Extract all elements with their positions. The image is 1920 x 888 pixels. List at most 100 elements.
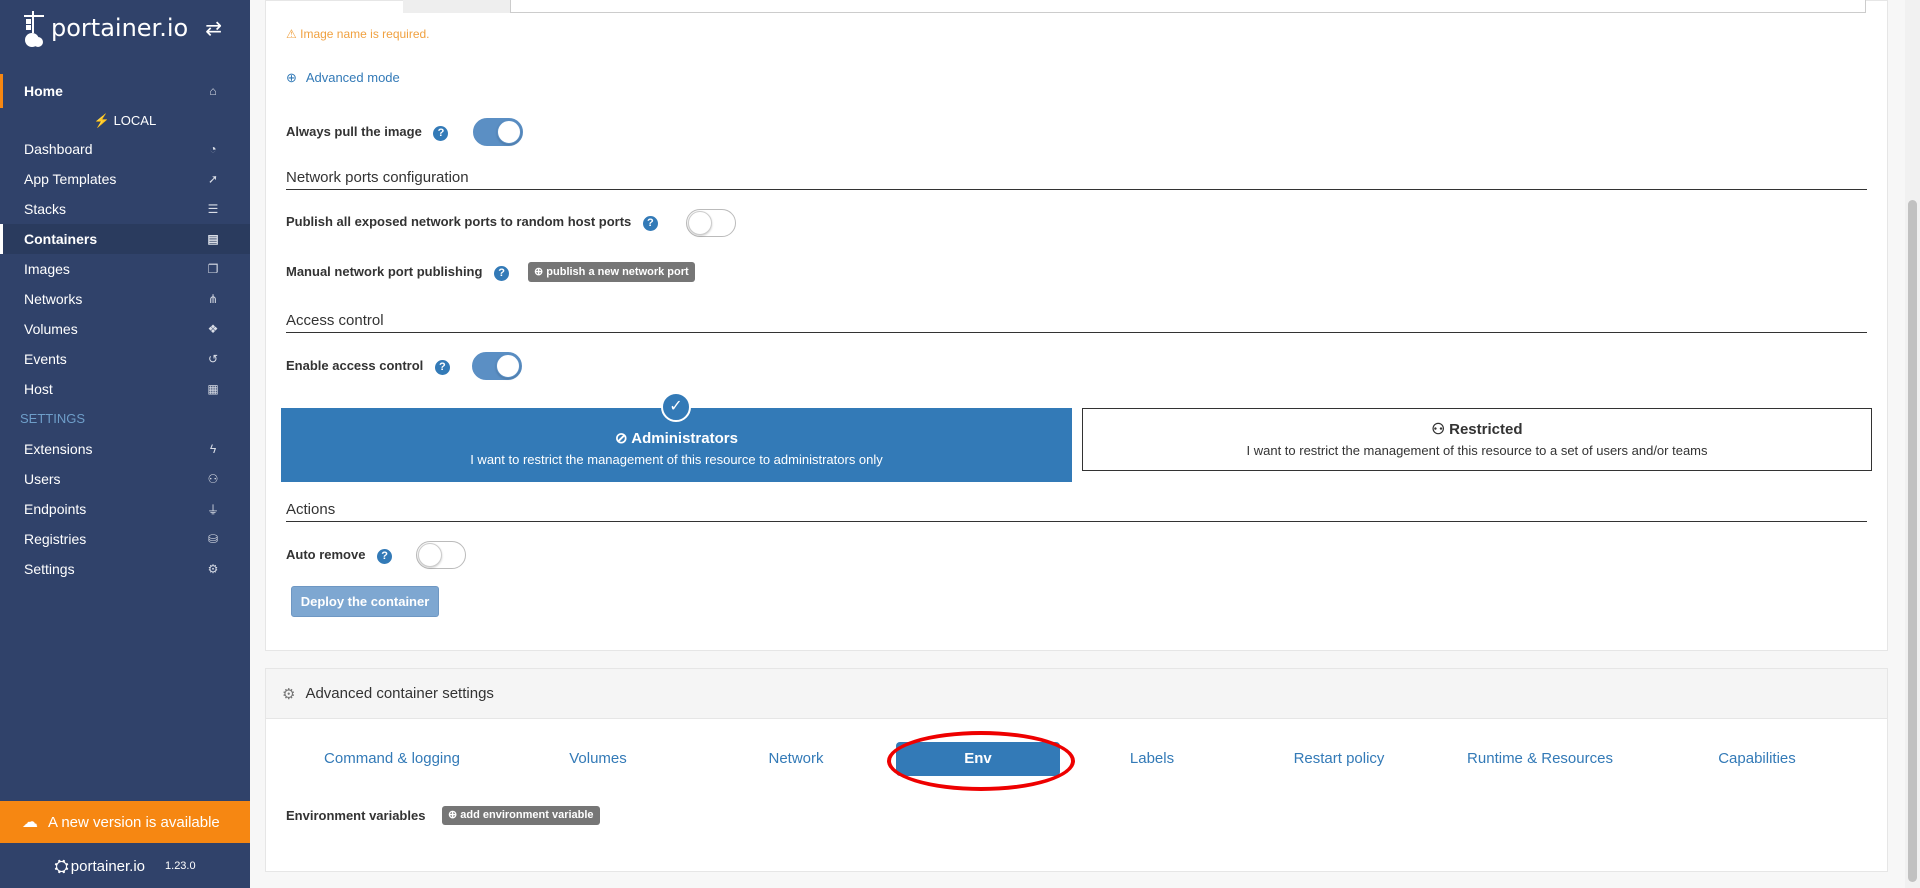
tab-network[interactable]: Network xyxy=(730,744,862,774)
sidebar-item-users[interactable]: Users ⚇ xyxy=(0,464,250,494)
toggle-knob xyxy=(418,543,442,567)
advanced-mode-label: Advanced mode xyxy=(305,70,400,85)
sidebar-item-label: Registries xyxy=(24,531,87,547)
server-icon: ▤ xyxy=(207,232,219,246)
clone-icon: ❐ xyxy=(207,262,219,276)
restricted-title-text: Restricted xyxy=(1449,421,1523,438)
endpoint-header: ⚡ LOCAL xyxy=(0,108,250,134)
sidebar-item-extensions[interactable]: Extensions ϟ xyxy=(0,434,250,464)
network-ports-section-title: Network ports configuration xyxy=(286,169,1867,190)
auto-remove-text: Auto remove xyxy=(286,547,366,562)
help-icon[interactable]: ? xyxy=(377,549,393,564)
sidebar-item-settings[interactable]: Settings ⚙ xyxy=(0,554,250,584)
sidebar-item-label: Endpoints xyxy=(24,501,87,517)
home-icon: ⌂ xyxy=(209,84,217,98)
always-pull-text: Always pull the image xyxy=(286,124,422,139)
plus-circle-icon: ⊕ xyxy=(534,266,544,278)
access-control-toggle[interactable] xyxy=(472,352,522,380)
th-icon: ▦ xyxy=(207,382,219,396)
help-icon[interactable]: ? xyxy=(494,266,510,281)
tab-command-logging[interactable]: Command & logging xyxy=(300,744,484,774)
publish-all-toggle[interactable] xyxy=(686,209,736,237)
swap-endpoint-icon[interactable]: ⇄ xyxy=(205,16,222,40)
always-pull-label: Always pull the image ? xyxy=(286,124,449,141)
scrollbar-thumb[interactable] xyxy=(1908,200,1917,882)
sidebar-item-endpoints[interactable]: Endpoints ⏚ xyxy=(0,494,250,524)
sidebar-item-host[interactable]: Host ▦ xyxy=(0,374,250,404)
help-icon[interactable]: ? xyxy=(642,216,658,231)
tab-runtime-resources[interactable]: Runtime & Resources xyxy=(1455,744,1625,774)
check-icon: ✓ xyxy=(661,392,691,422)
tab-restart-policy[interactable]: Restart policy xyxy=(1268,744,1410,774)
advanced-settings-title: Advanced container settings xyxy=(305,685,494,702)
sidebar-item-networks[interactable]: Networks ⋔ xyxy=(0,284,250,314)
eye-slash-icon: ⊘ xyxy=(615,430,628,447)
brand-name: portainer.io xyxy=(51,14,189,42)
sidebar-item-label: Events xyxy=(24,351,67,367)
footer-logo-icon: ⛭ xyxy=(54,855,69,876)
help-icon[interactable]: ? xyxy=(434,360,450,375)
sidebar-item-label: Home xyxy=(24,83,63,99)
version-label: 1.23.0 xyxy=(165,860,196,872)
sidebar-item-label: Settings xyxy=(24,561,75,577)
add-env-variable-button[interactable]: ⊕ add environment variable xyxy=(442,806,600,825)
deploy-container-button[interactable]: Deploy the container xyxy=(291,586,439,617)
endpoint-name: LOCAL xyxy=(113,113,157,128)
publish-new-port-label: publish a new network port xyxy=(546,266,689,278)
advanced-mode-link[interactable]: ⊕ Advanced mode xyxy=(286,70,400,86)
sidebar-item-events[interactable]: Events ↺ xyxy=(0,344,250,374)
sidebar-item-images[interactable]: Images ❐ xyxy=(0,254,250,284)
sitemap-icon: ⋔ xyxy=(207,292,219,306)
footer-brand: portainer.io xyxy=(70,857,146,875)
sidebar-item-app-templates[interactable]: App Templates ➚ xyxy=(0,164,250,194)
image-name-input[interactable] xyxy=(403,0,1866,13)
restricted-title: ⚇ Restricted xyxy=(1083,420,1871,438)
sidebar: portainer.io ⇄ Home ⌂ ⚡ LOCAL Dashboard … xyxy=(0,0,250,888)
administrators-title: ⊘ Administrators xyxy=(282,429,1071,447)
gear-icon: ⚙ xyxy=(282,685,296,703)
cogs-icon: ⚙ xyxy=(207,562,219,576)
advanced-settings-header: ⚙ Advanced container settings xyxy=(266,669,1887,719)
highlight-annotation xyxy=(887,731,1075,791)
brand-logo[interactable]: portainer.io ⇄ xyxy=(0,0,250,56)
auto-remove-label: Auto remove ? xyxy=(286,547,393,564)
publish-new-port-button[interactable]: ⊕ publish a new network port xyxy=(528,262,695,282)
cloud-download-icon: ☁ xyxy=(22,814,38,831)
advanced-settings-panel: ⚙ Advanced container settings xyxy=(265,668,1888,872)
restricted-desc: I want to restrict the management of thi… xyxy=(1246,443,1708,458)
sidebar-item-label: Users xyxy=(24,471,61,487)
tab-labels[interactable]: Labels xyxy=(1094,744,1210,774)
publish-all-text: Publish all exposed network ports to ran… xyxy=(286,214,632,229)
page-scrollbar[interactable] xyxy=(1905,0,1920,888)
help-icon[interactable]: ? xyxy=(433,126,449,141)
sidebar-item-label: Host xyxy=(24,381,53,397)
database-icon: ⛁ xyxy=(207,532,219,546)
users-icon: ⚇ xyxy=(207,472,219,486)
sidebar-item-containers[interactable]: Containers ▤ xyxy=(0,224,250,254)
enable-access-text: Enable access control xyxy=(286,358,424,373)
plug-icon: ⏚ xyxy=(206,502,219,517)
enable-access-label: Enable access control ? xyxy=(286,358,450,375)
tachometer-icon: ◔ xyxy=(209,142,217,156)
sidebar-item-volumes[interactable]: Volumes ❖ xyxy=(0,314,250,344)
sidebar-item-registries[interactable]: Registries ⛁ xyxy=(0,524,250,554)
plug-icon: ⚡ xyxy=(93,113,110,128)
manual-publish-label: Manual network port publishing ? xyxy=(286,264,510,281)
settings-header: SETTINGS xyxy=(20,411,86,426)
update-notice[interactable]: ☁ A new version is available xyxy=(0,801,250,843)
warning-icon: ⚠ xyxy=(286,27,297,41)
sidebar-item-stacks[interactable]: Stacks ☰ xyxy=(0,194,250,224)
administrators-title-text: Administrators xyxy=(631,430,738,447)
auto-remove-toggle[interactable] xyxy=(416,541,466,569)
sidebar-item-dashboard[interactable]: Dashboard ◔ xyxy=(0,134,250,164)
always-pull-toggle[interactable] xyxy=(473,118,523,146)
history-icon: ↺ xyxy=(207,352,219,366)
restricted-option[interactable]: ⚇ Restricted I want to restrict the mana… xyxy=(1082,408,1872,471)
tab-capabilities[interactable]: Capabilities xyxy=(1690,744,1824,774)
access-control-section-title: Access control xyxy=(286,312,1867,333)
sidebar-item-home[interactable]: Home ⌂ xyxy=(0,74,250,108)
sidebar-item-label: Images xyxy=(24,261,70,277)
tab-volumes[interactable]: Volumes xyxy=(530,744,666,774)
toggle-knob xyxy=(688,211,712,235)
env-variables-label: Environment variables xyxy=(286,808,426,823)
